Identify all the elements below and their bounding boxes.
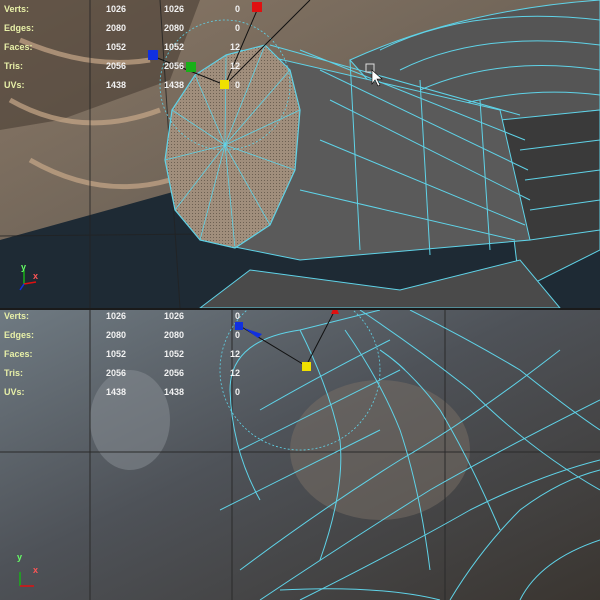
hud-value: 12 [229, 61, 240, 71]
hud-row-tris: Tris: 2056 2056 12 [4, 364, 254, 383]
hud-value: 1052 [105, 42, 126, 52]
hud-value: 0 [234, 330, 240, 340]
hud-row-verts: Verts: 1026 1026 0 [4, 310, 254, 326]
hud-value: 2080 [105, 23, 126, 33]
hud-label: Tris: [4, 61, 24, 71]
hud-value: 1052 [105, 349, 126, 359]
hud-value: 2056 [105, 61, 126, 71]
axis-x-label: x [33, 271, 39, 281]
manip-center-handle[interactable] [302, 362, 311, 371]
hud-value: 1438 [105, 80, 126, 90]
hud-value: 1052 [163, 42, 184, 52]
hud-label: Faces: [4, 42, 33, 52]
hud-label: UVs: [4, 387, 25, 397]
hud-value: 1052 [163, 349, 184, 359]
hud-value: 1026 [163, 4, 184, 14]
hud-label: Verts: [4, 4, 30, 14]
hud-row-uvs: UVs: 1438 1438 0 [4, 383, 254, 402]
viewport-bottom[interactable]: persp Verts: 1026 1026 0 Edges: 2080 208… [0, 310, 600, 600]
viewport-top[interactable]: Verts: 1026 1026 0 Edges: 2080 2080 0 Fa… [0, 0, 600, 308]
hud-label: Tris: [4, 368, 24, 378]
hud-stats-bottom: Verts: 1026 1026 0 Edges: 2080 2080 0 Fa… [4, 310, 254, 402]
hud-value: 0 [234, 23, 240, 33]
hud-value: 1026 [163, 311, 184, 321]
hud-value: 1438 [105, 387, 126, 397]
hud-stats-top: Verts: 1026 1026 0 Edges: 2080 2080 0 Fa… [4, 0, 254, 95]
hud-value: 12 [229, 42, 240, 52]
hud-row-faces: Faces: 1052 1052 12 [4, 345, 254, 364]
hud-row-uvs: UVs: 1438 1438 0 [4, 76, 254, 95]
hud-value: 1438 [163, 80, 184, 90]
hud-row-edges: Edges: 2080 2080 0 [4, 19, 254, 38]
hud-value: 2056 [163, 368, 184, 378]
hud-row-tris: Tris: 2056 2056 12 [4, 57, 254, 76]
hud-row-edges: Edges: 2080 2080 0 [4, 326, 254, 345]
hud-value: 0 [234, 387, 240, 397]
hud-value: 1026 [105, 4, 126, 14]
axis-x-label: x [33, 565, 39, 575]
hud-value: 2056 [105, 368, 126, 378]
hud-value: 2080 [163, 23, 184, 33]
hud-value: 1438 [163, 387, 184, 397]
hud-row-faces: Faces: 1052 1052 12 [4, 38, 254, 57]
hud-label: Verts: [4, 311, 30, 321]
hud-value: 2056 [163, 61, 184, 71]
hud-label: Edges: [4, 23, 35, 33]
hud-value: 0 [234, 4, 240, 14]
axis-y-label: y [17, 552, 23, 562]
hud-value: 0 [234, 311, 240, 321]
hud-row-verts: Verts: 1026 1026 0 [4, 0, 254, 19]
hud-value: 12 [229, 368, 240, 378]
hud-value: 1026 [105, 311, 126, 321]
hud-value: 2080 [163, 330, 184, 340]
axis-y-label: y [21, 262, 27, 272]
backdrop-blur [290, 380, 470, 520]
hud-value: 12 [229, 349, 240, 359]
hud-label: Faces: [4, 349, 33, 359]
hud-value: 2080 [105, 330, 126, 340]
hud-label: Edges: [4, 330, 35, 340]
hud-label: UVs: [4, 80, 25, 90]
hud-value: 0 [234, 80, 240, 90]
